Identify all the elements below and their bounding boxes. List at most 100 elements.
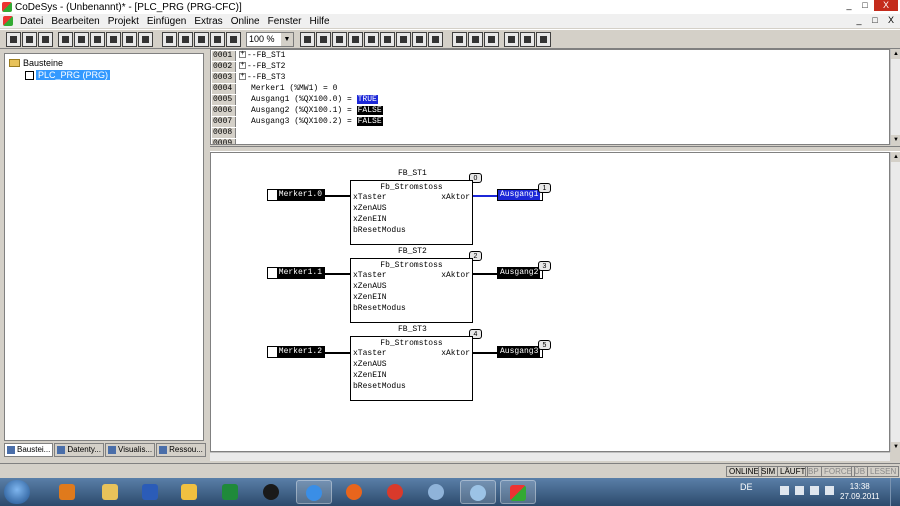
connection-wire[interactable]: [473, 273, 497, 275]
cfc-negate-icon[interactable]: [412, 32, 427, 47]
scroll-down-icon[interactable]: ▼: [891, 442, 900, 452]
step-icon[interactable]: [138, 32, 153, 47]
menu-projekt[interactable]: Projekt: [104, 16, 143, 27]
mdi-restore-button[interactable]: □: [868, 15, 882, 26]
decl-fb-st2[interactable]: + --FB_ST2: [239, 62, 285, 72]
mdi-minimize-button[interactable]: _: [852, 15, 866, 26]
fb-box[interactable]: Fb_Stromstoss xTaster xZenAUS xZenEIN bR…: [350, 258, 473, 323]
cfc-return-icon[interactable]: [380, 32, 395, 47]
cfc-macro-in-icon[interactable]: [468, 32, 483, 47]
chevron-down-icon[interactable]: ▼: [281, 33, 293, 46]
expand-icon[interactable]: +: [239, 62, 246, 70]
scroll-up-icon[interactable]: ▲: [891, 152, 900, 162]
connection-wire[interactable]: [325, 195, 350, 197]
fb-box[interactable]: Fb_Stromstoss xTaster xZenAUS xZenEIN bR…: [350, 336, 473, 401]
input-variable-box[interactable]: Merker1.0: [267, 189, 325, 201]
ie-icon[interactable]: [296, 480, 332, 504]
show-desktop-button[interactable]: [890, 478, 900, 506]
firefox-icon[interactable]: [337, 480, 373, 504]
minimize-button[interactable]: _: [842, 0, 856, 11]
menu-datei[interactable]: Datei: [16, 16, 47, 27]
cfc-jump-icon[interactable]: [348, 32, 363, 47]
cfc-set-reset-icon[interactable]: [428, 32, 443, 47]
cfc-horizontal-scrollbar[interactable]: [210, 452, 890, 461]
maximize-button[interactable]: □: [858, 0, 872, 11]
codesys-icon[interactable]: [500, 480, 536, 504]
hp-icon[interactable]: [254, 480, 290, 504]
find-next-icon[interactable]: [226, 32, 241, 47]
document-menu-icon[interactable]: [3, 16, 13, 26]
cfc-box-icon[interactable]: [332, 32, 347, 47]
scroll-down-icon[interactable]: ▼: [891, 135, 900, 145]
output-variable-box[interactable]: Ausgang1: [497, 189, 543, 201]
flag-icon[interactable]: [795, 486, 804, 495]
next-page-icon[interactable]: [536, 32, 551, 47]
compass-icon[interactable]: [419, 480, 455, 504]
connection-wire[interactable]: [473, 195, 497, 197]
excel-icon[interactable]: [213, 480, 249, 504]
volume-icon[interactable]: [825, 486, 834, 495]
tray-arrow-icon[interactable]: [780, 486, 789, 495]
menu-hilfe[interactable]: Hilfe: [306, 16, 334, 27]
new-file-icon[interactable]: [6, 32, 21, 47]
network-icon[interactable]: [810, 486, 819, 495]
open-file-icon[interactable]: [22, 32, 37, 47]
decl-fb-st1[interactable]: + --FB_ST1: [239, 51, 285, 61]
language-indicator[interactable]: DE: [740, 482, 753, 492]
cfc-output-icon[interactable]: [316, 32, 331, 47]
explorer-icon[interactable]: [93, 480, 129, 504]
input-variable-box[interactable]: Merker1.2: [267, 346, 325, 358]
scroll-up-icon[interactable]: ▲: [891, 49, 900, 59]
chrome-icon[interactable]: [378, 480, 414, 504]
login-icon[interactable]: [58, 32, 73, 47]
fb-box[interactable]: Fb_Stromstoss xTaster xZenAUS xZenEIN bR…: [350, 180, 473, 245]
menu-fenster[interactable]: Fenster: [264, 16, 306, 27]
tab-visualisierungen[interactable]: Visualis...: [105, 443, 156, 457]
input-variable-box[interactable]: Merker1.1: [267, 267, 325, 279]
mdi-close-button[interactable]: X: [884, 15, 898, 26]
output-variable-box[interactable]: Ausgang2: [497, 267, 543, 279]
cut-icon[interactable]: [162, 32, 177, 47]
paste-icon[interactable]: [194, 32, 209, 47]
find-icon[interactable]: [210, 32, 225, 47]
cfc-label-icon[interactable]: [364, 32, 379, 47]
expand-icon[interactable]: +: [239, 73, 246, 81]
media-player-icon[interactable]: [50, 480, 86, 504]
start-button[interactable]: [4, 480, 30, 504]
connection-wire[interactable]: [325, 273, 350, 275]
tab-datentypen[interactable]: Datenty...: [54, 443, 105, 457]
declaration-scrollbar[interactable]: ▲ ▼: [890, 49, 900, 145]
clock[interactable]: 13:38 27.09.2011: [840, 482, 879, 502]
breakpoint-icon[interactable]: [122, 32, 137, 47]
expand-icon[interactable]: +: [239, 51, 246, 59]
cfc-vertical-scrollbar[interactable]: ▲ ▼: [890, 152, 900, 452]
logout-icon[interactable]: [74, 32, 89, 47]
first-page-icon[interactable]: [504, 32, 519, 47]
output-variable-box[interactable]: Ausgang3: [497, 346, 543, 358]
zoom-select[interactable]: 100 % ▼: [246, 32, 294, 47]
previous-page-icon[interactable]: [520, 32, 535, 47]
tree-node-plc-prg[interactable]: PLC_PRG (PRG): [25, 70, 111, 80]
tab-bausteine[interactable]: Baustei...: [4, 443, 54, 457]
declaration-editor[interactable]: 0001 0002 0003 0004 0005 0006 0007 0008 …: [210, 49, 890, 145]
cfc-comment-icon[interactable]: [396, 32, 411, 47]
word-icon[interactable]: [133, 480, 169, 504]
tab-ressourcen[interactable]: Ressou...: [156, 443, 206, 457]
run-icon[interactable]: [90, 32, 105, 47]
connection-wire[interactable]: [473, 352, 497, 354]
menu-bearbeiten[interactable]: Bearbeiten: [47, 16, 103, 27]
cfc-macro-icon[interactable]: [452, 32, 467, 47]
menu-extras[interactable]: Extras: [190, 16, 226, 27]
email-icon[interactable]: [172, 480, 208, 504]
save-icon[interactable]: [38, 32, 53, 47]
tree-node-bausteine[interactable]: Bausteine: [9, 58, 63, 68]
decl-fb-st3[interactable]: + --FB_ST3: [239, 73, 285, 83]
cfc-editor[interactable]: FB_ST1 0 Fb_Stromstoss xTaster xZenAUS x…: [210, 152, 890, 452]
stop-icon[interactable]: [106, 32, 121, 47]
menu-einfuegen[interactable]: Einfügen: [143, 16, 190, 27]
connection-wire[interactable]: [325, 352, 350, 354]
cfc-input-icon[interactable]: [300, 32, 315, 47]
close-button[interactable]: X: [874, 0, 898, 11]
calibrate-icon[interactable]: [460, 480, 496, 504]
cfc-macro-out-icon[interactable]: [484, 32, 499, 47]
